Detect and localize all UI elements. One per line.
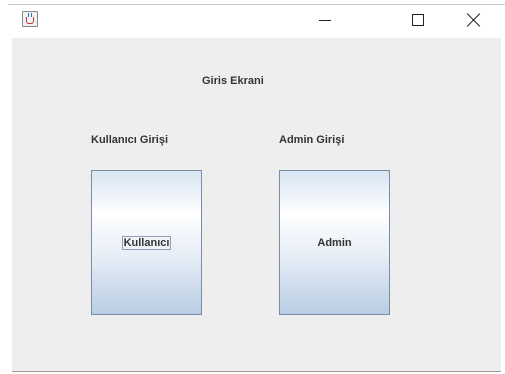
user-button-label: Kullanıcı — [121, 235, 172, 250]
window-bottom-border — [12, 371, 501, 372]
user-login-button[interactable]: Kullanıcı — [91, 170, 202, 315]
java-cup-icon[interactable] — [22, 11, 38, 27]
app-window: Giris Ekrani Kullanıcı Girişi Admin Giri… — [8, 0, 505, 374]
content-panel: Giris Ekrani Kullanıcı Girişi Admin Giri… — [12, 38, 501, 372]
admin-login-button[interactable]: Admin — [279, 170, 390, 315]
minimize-icon — [319, 19, 331, 21]
maximize-icon — [412, 14, 424, 26]
user-login-label: Kullanıcı Girişi — [91, 134, 169, 146]
close-button[interactable] — [450, 8, 496, 32]
admin-button-label: Admin — [317, 236, 352, 249]
admin-login-label: Admin Girişi — [279, 134, 345, 146]
title-bar[interactable] — [8, 0, 505, 38]
cup-shape — [26, 17, 34, 24]
maximize-button[interactable] — [395, 8, 441, 32]
title-bar-divider — [8, 4, 505, 5]
screen-title: Giris Ekrani — [202, 75, 264, 87]
close-icon — [466, 13, 480, 27]
minimize-button[interactable] — [302, 8, 348, 32]
